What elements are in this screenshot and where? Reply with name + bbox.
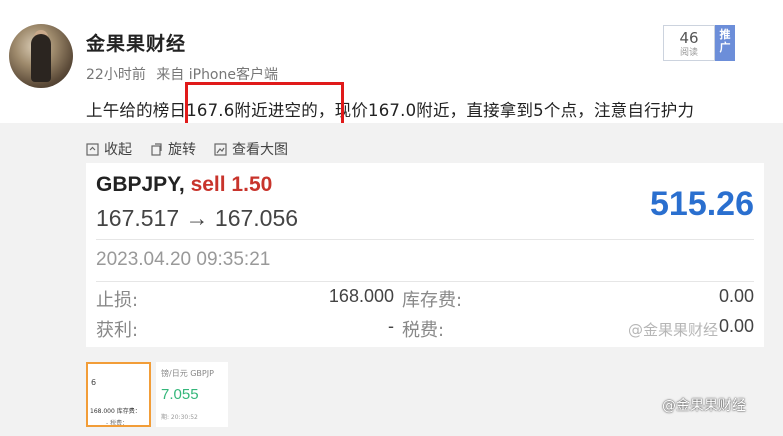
thumb-text: 期: 20:30:52 — [161, 414, 198, 421]
view-large-icon — [214, 142, 227, 156]
thumbnail-1[interactable]: 6 168.000 库存费： - 税费： — [86, 362, 151, 427]
view-large-button[interactable]: 查看大图 — [214, 139, 288, 159]
collapse-label: 收起 — [104, 142, 132, 158]
price-path: 167.517 → 167.056 — [96, 205, 299, 231]
views-label: 阅读 — [679, 48, 698, 58]
trade-timestamp: 2023.04.20 09:35:21 — [96, 249, 271, 270]
take-profit-label: 获利: — [96, 320, 139, 341]
take-profit-value: - — [388, 316, 394, 336]
username[interactable]: 金果果财经 — [86, 29, 186, 56]
post-time[interactable]: 22小时前 — [86, 67, 146, 83]
trade-row-stoploss: 止损: 168.000 库存费: 0.00 — [96, 286, 754, 312]
trade-pair: GBPJPY, sell 1.50 — [96, 173, 272, 197]
promote-button[interactable]: 推广 — [715, 25, 735, 61]
swap-label: 库存费: — [402, 290, 463, 311]
trade-action: sell 1.50 — [190, 173, 273, 196]
post-meta: 22小时前 来自 iPhone客户端 — [86, 64, 284, 84]
avatar[interactable] — [9, 24, 73, 88]
thumbnail-2[interactable]: 镑/日元 GBPJP 7.055 期: 20:30:52 — [156, 362, 228, 427]
tax-label: 税费: — [402, 320, 445, 341]
stop-loss-value: 168.000 — [328, 286, 394, 306]
thumb-text: 镑/日元 GBPJP — [161, 369, 214, 378]
post-text: 上午给的榜日167.6附近进空的，现价167.0附近，直接拿到5个点，注意自行护… — [86, 101, 695, 120]
bottom-watermark: @金果果财经 — [662, 398, 746, 414]
image-toolbar: 收起 旋转 查看大图 — [86, 139, 288, 159]
thumb-text: 7.055 — [161, 386, 199, 403]
collapse-icon — [86, 142, 99, 156]
stop-loss-label: 止损: — [96, 290, 139, 311]
tax-value: 0.00 — [718, 316, 754, 336]
avatar-figure — [31, 34, 51, 82]
divider — [96, 281, 754, 282]
views-counter: 46 阅读 — [663, 25, 715, 61]
thumb-text: - 税费： — [106, 420, 129, 427]
post-source: 来自 iPhone客户端 — [156, 67, 278, 83]
thumb-text: 6 — [91, 378, 97, 387]
collapse-button[interactable]: 收起 — [86, 139, 132, 159]
rotate-button[interactable]: 旋转 — [150, 139, 196, 159]
views-count: 46 — [679, 29, 699, 47]
divider — [96, 239, 754, 240]
profit-value: 515.26 — [650, 185, 754, 223]
rotate-icon — [151, 142, 162, 156]
image-watermark: @金果果财经 — [628, 321, 719, 339]
thumb-text: 168.000 库存费： — [90, 408, 141, 415]
view-large-label: 查看大图 — [232, 142, 288, 158]
pair-symbol: GBPJPY, — [96, 173, 185, 196]
weibo-post: 金果果财经 22小时前 来自 iPhone客户端 46 阅读 推广 上午给的榜日… — [0, 0, 783, 436]
rotate-label: 旋转 — [168, 142, 196, 158]
swap-value: 0.00 — [718, 286, 754, 306]
